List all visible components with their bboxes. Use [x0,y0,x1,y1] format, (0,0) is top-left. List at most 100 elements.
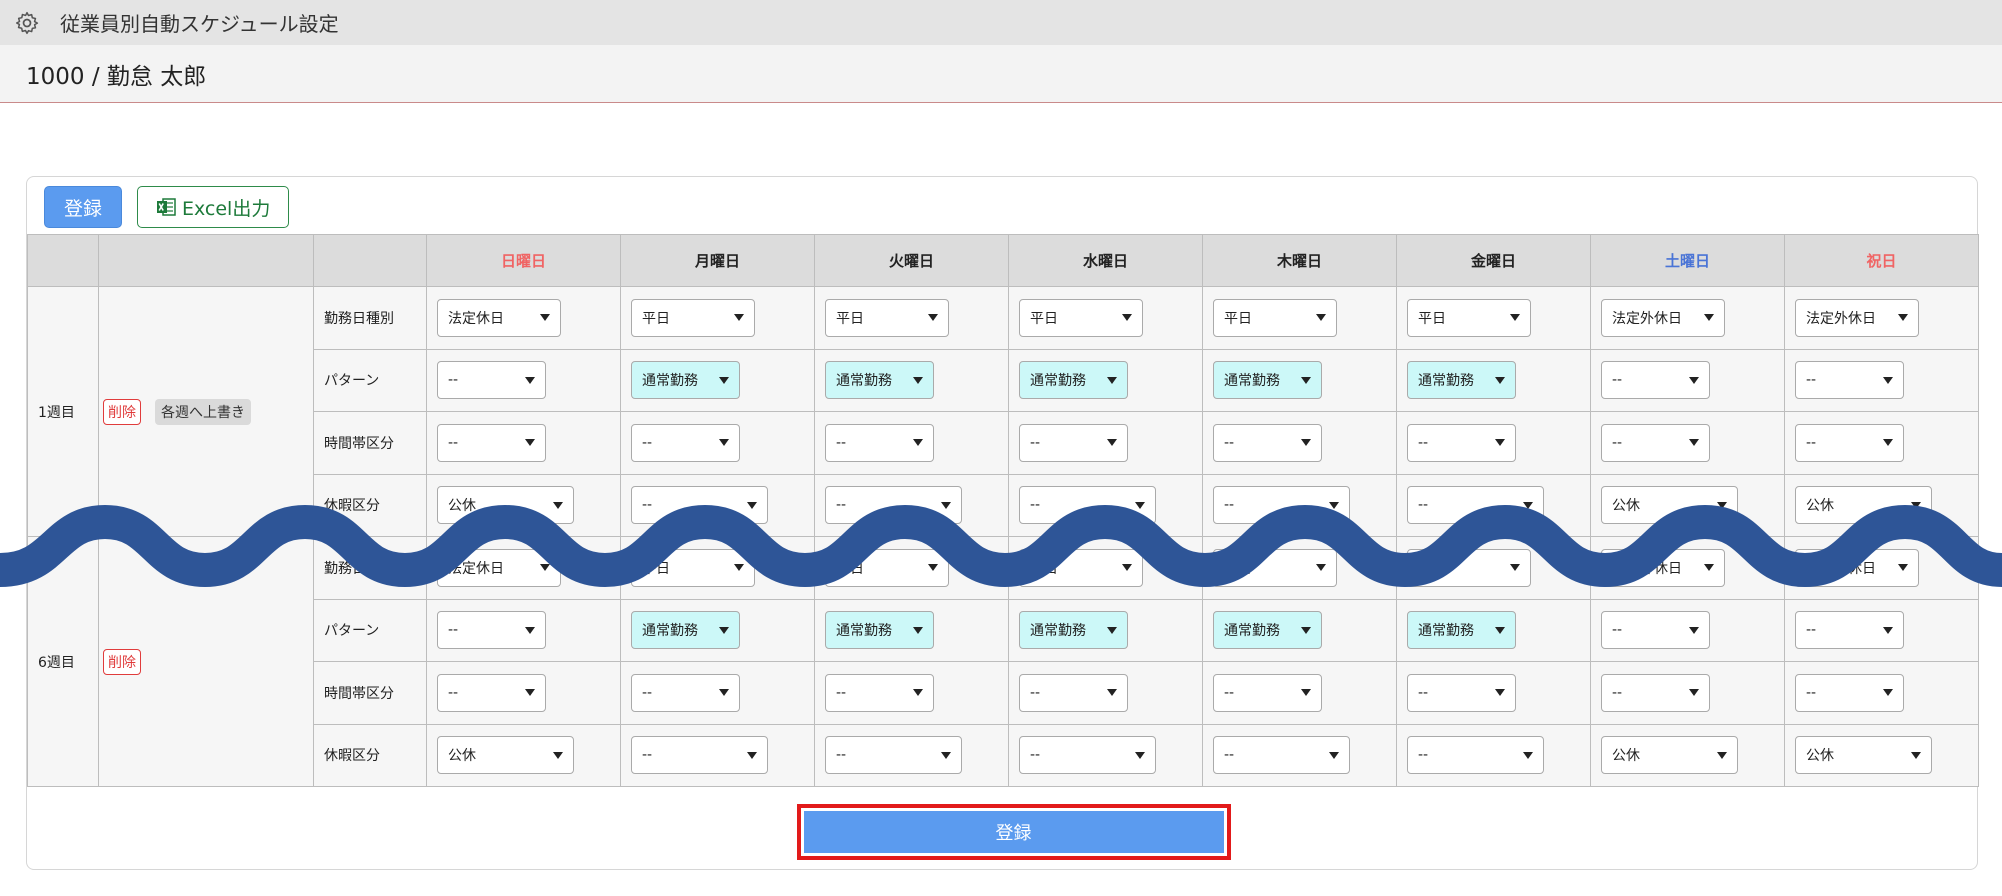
overwrite-weeks-button[interactable]: 各週へ上書き [155,398,251,425]
timeband-select-sat[interactable]: -- [1601,423,1710,462]
dropdown-arrow-icon [1495,626,1505,634]
register-button[interactable]: 登録 [44,186,122,228]
excel-export-button[interactable]: Excel出力 [137,186,290,228]
select-value: 通常勤務 [642,373,698,390]
leave-type-select-mon[interactable]: -- [631,736,768,775]
select-value: -- [836,434,847,451]
leave-type-select-holiday[interactable]: 公休 [1795,736,1932,775]
dropdown-arrow-icon [1495,689,1505,697]
schedule-cell: -- [1008,661,1203,725]
schedule-cell: 通常勤務 [1396,348,1591,412]
schedule-cell: 法定休日 [426,286,621,350]
pattern-select-sun[interactable]: -- [437,361,546,400]
timeband-select-fri[interactable]: -- [1407,423,1516,462]
schedule-cell: -- [1202,661,1397,725]
day-header-mon: 月曜日 [620,234,815,287]
schedule-cell: 通常勤務 [620,348,815,412]
select-value: 平日 [836,310,864,327]
leave-type-select-wed[interactable]: -- [1019,736,1156,775]
schedule-cell: -- [620,661,815,725]
schedule-cell: 通常勤務 [814,348,1009,412]
timeband-select-mon[interactable]: -- [631,423,740,462]
pattern-select-holiday[interactable]: -- [1795,361,1904,400]
dropdown-arrow-icon [928,314,938,322]
select-value: -- [1030,434,1041,451]
wave-overlay [0,504,2002,588]
timeband-select-wed[interactable]: -- [1019,423,1128,462]
schedule-cell: -- [1396,411,1591,475]
pattern-select-mon[interactable]: 通常勤務 [631,361,740,400]
timeband-select-sun[interactable]: -- [437,423,546,462]
schedule-row: 時間帯区分 -- -- -- -- -- -- -- -- [28,411,1979,475]
employee-bar: 1000 / 勤怠 太郎 [0,45,2002,103]
select-value: -- [1224,434,1235,451]
timeband-select-wed[interactable]: -- [1019,673,1128,712]
timeband-select-thu[interactable]: -- [1213,673,1322,712]
leave-type-select-sat[interactable]: 公休 [1601,736,1738,775]
select-value: -- [1418,434,1429,451]
timeband-select-sat[interactable]: -- [1601,673,1710,712]
timeband-select-sun[interactable]: -- [437,673,546,712]
pattern-select-thu[interactable]: 通常勤務 [1213,361,1322,400]
gear-icon[interactable] [14,10,40,36]
timeband-select-tue[interactable]: -- [825,673,934,712]
select-value: -- [1612,622,1623,639]
dropdown-arrow-icon [719,689,729,697]
schedule-cell: -- [814,411,1009,475]
workday-type-select-sat[interactable]: 法定外休日 [1601,298,1725,337]
schedule-row: 休暇区分 公休 -- -- -- -- -- 公休 公休 [28,723,1979,787]
dropdown-arrow-icon [913,439,923,447]
workday-type-select-sun[interactable]: 法定休日 [437,298,561,337]
timeband-select-tue[interactable]: -- [825,423,934,462]
select-value: -- [642,434,653,451]
leave-type-select-sun[interactable]: 公休 [437,736,574,775]
select-value: 公休 [448,748,476,765]
footer-highlight: 登録 [796,804,1231,860]
workday-type-select-fri[interactable]: 平日 [1407,298,1531,337]
schedule-cell: -- [1590,661,1785,725]
schedule-cell: -- [1784,348,1979,412]
schedule-cell: 公休 [426,723,621,787]
pattern-select-sat[interactable]: -- [1601,361,1710,400]
workday-type-select-tue[interactable]: 平日 [825,298,949,337]
schedule-row: 1週目 削除 各週へ上書き 勤務日種別 法定休日 平日 平日 平日 平日 平日 法定外休日 法定外休日 [27,286,1979,537]
workday-type-select-holiday[interactable]: 法定外休日 [1795,298,1919,337]
delete-week-button[interactable]: 削除 [103,648,141,675]
workday-type-select-wed[interactable]: 平日 [1019,298,1143,337]
leave-type-select-tue[interactable]: -- [825,736,962,775]
schedule-cell: 法定外休日 [1784,286,1979,350]
pattern-select-tue[interactable]: 通常勤務 [825,361,934,400]
dropdown-arrow-icon [1911,751,1921,759]
timeband-select-fri[interactable]: -- [1407,673,1516,712]
dropdown-arrow-icon [1301,626,1311,634]
schedule-cell: -- [1396,723,1591,787]
delete-week-button[interactable]: 削除 [103,398,141,425]
timeband-select-thu[interactable]: -- [1213,423,1322,462]
timeband-select-holiday[interactable]: -- [1795,673,1904,712]
workday-type-select-mon[interactable]: 平日 [631,298,755,337]
dropdown-arrow-icon [719,626,729,634]
pattern-select-wed[interactable]: 通常勤務 [1019,361,1128,400]
timeband-select-mon[interactable]: -- [631,673,740,712]
select-value: 通常勤務 [1418,373,1474,390]
row-label: 休暇区分 [313,723,427,787]
schedule-cell: -- [1784,411,1979,475]
leave-type-select-fri[interactable]: -- [1407,736,1544,775]
dropdown-arrow-icon [1495,376,1505,384]
footer: 登録 [27,804,1977,860]
pattern-select-fri[interactable]: 通常勤務 [1407,361,1516,400]
dropdown-arrow-icon [913,626,923,634]
select-value: -- [1418,747,1429,764]
workday-type-select-thu[interactable]: 平日 [1213,298,1337,337]
schedule-cell: -- [1008,411,1203,475]
dropdown-arrow-icon [1495,439,1505,447]
timeband-select-holiday[interactable]: -- [1795,423,1904,462]
leave-type-select-thu[interactable]: -- [1213,736,1350,775]
footer-register-button[interactable]: 登録 [803,811,1224,853]
select-value: 通常勤務 [836,623,892,640]
dropdown-arrow-icon [1122,314,1132,322]
day-header-tue: 火曜日 [814,234,1009,287]
dropdown-arrow-icon [1704,314,1714,322]
schedule-cell: 平日 [1396,286,1591,350]
dropdown-arrow-icon [913,689,923,697]
